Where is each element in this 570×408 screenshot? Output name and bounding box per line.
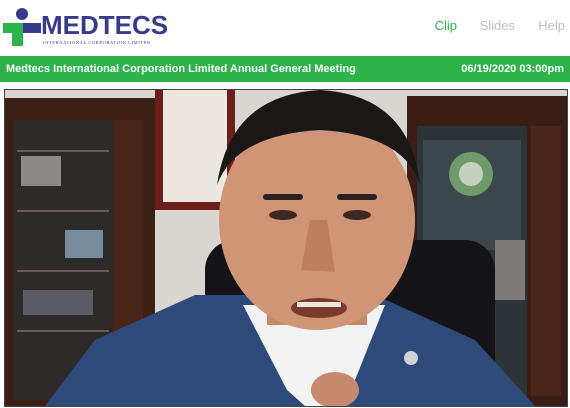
nav-clip[interactable]: Clip [435, 18, 457, 33]
nav-slides[interactable]: Slides [480, 18, 515, 33]
logo-tagline: INTERNATIONAL CORPORATION LIMITED [43, 40, 151, 45]
medtecs-logo: MEDTECS INTERNATIONAL CORPORATION LIMITE… [3, 6, 168, 48]
video-feed [5, 90, 567, 406]
logo-name: MEDTECS [41, 10, 169, 40]
header: MEDTECS INTERNATIONAL CORPORATION LIMITE… [0, 0, 570, 55]
meeting-title: Medtecs International Corporation Limite… [6, 63, 356, 75]
nav-help[interactable]: Help [538, 18, 565, 33]
video-player[interactable] [4, 89, 568, 407]
medtecs-logo-icon [3, 8, 41, 46]
meeting-datetime: 06/19/2020 03:00pm [461, 63, 564, 75]
meeting-title-bar: Medtecs International Corporation Limite… [0, 56, 570, 82]
